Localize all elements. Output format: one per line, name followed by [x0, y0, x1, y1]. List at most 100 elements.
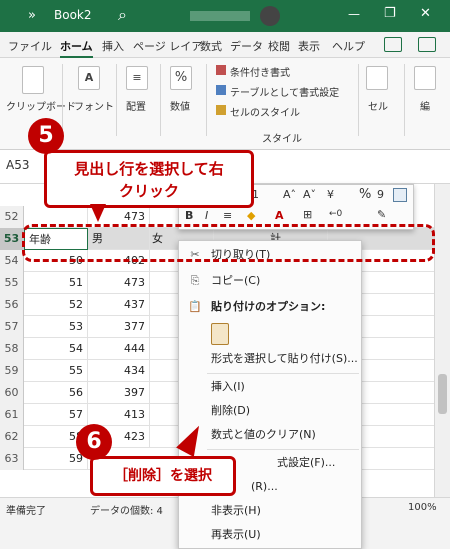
cells-label[interactable]: セル [368, 98, 388, 113]
clipboard-label[interactable]: クリップボード [6, 98, 76, 113]
cell-a59[interactable]: 55 [24, 360, 88, 382]
close-icon[interactable]: ✕ [420, 6, 431, 21]
menu-item-insert[interactable]: 挿入(I) [179, 375, 361, 399]
tab-formulas[interactable]: 数式 [200, 38, 222, 54]
ribbon-tabs: ファイル ホーム 挿入 ページ レイア 数式 データ 校閲 表示 ヘルプ [0, 32, 450, 58]
bold-button[interactable]: B [185, 209, 193, 222]
row-header[interactable]: 61 [0, 404, 24, 426]
cell-b60[interactable]: 397 [88, 382, 150, 404]
number-icon[interactable]: % [170, 66, 192, 90]
alignment-label[interactable]: 配置 [126, 98, 146, 113]
tab-view[interactable]: 表示 [298, 38, 320, 54]
cell-b57[interactable]: 377 [88, 316, 150, 338]
menu-label: 非表示(H) [211, 504, 261, 517]
menu-item-paste-special[interactable]: 形式を選択して貼り付け(S)... [179, 347, 361, 371]
menu-item-copy[interactable]: ⎘ コピー(C) [179, 269, 361, 293]
row-header[interactable]: 53 [0, 228, 24, 250]
currency-icon[interactable]: ¥ [327, 188, 334, 201]
percent-button[interactable]: % [359, 187, 371, 202]
font-color-icon[interactable]: A [275, 209, 284, 222]
row-header[interactable]: 56 [0, 294, 24, 316]
menu-heading-paste-options: 📋 貼り付けのオプション: [179, 295, 361, 319]
scroll-thumb[interactable] [438, 374, 447, 414]
cells-icon[interactable] [366, 66, 388, 90]
divider [207, 373, 359, 374]
tab-insert[interactable]: 挿入 [102, 38, 124, 54]
row-header[interactable]: 58 [0, 338, 24, 360]
grow-font-button[interactable]: A˄ [283, 188, 296, 201]
divider [116, 64, 117, 136]
expand-icon[interactable]: » [28, 8, 36, 23]
minimize-icon[interactable]: — [348, 7, 360, 21]
callout-step-6: ［削除］を選択 [90, 456, 236, 496]
editing-label[interactable]: 編 [420, 98, 430, 113]
align-icon[interactable]: ≡ [223, 209, 232, 222]
row-header[interactable]: 60 [0, 382, 24, 404]
row-header[interactable]: 63 [0, 448, 24, 470]
font-icon[interactable]: A [78, 66, 100, 90]
tab-home[interactable]: ホーム [60, 38, 93, 58]
avatar[interactable] [260, 6, 280, 26]
cell-b56[interactable]: 437 [88, 294, 150, 316]
table-format-button[interactable]: テーブルとして書式設定 [230, 84, 339, 99]
cell-a58[interactable]: 54 [24, 338, 88, 360]
decimal-icon[interactable]: ←0 [329, 209, 342, 219]
menu-item-delete[interactable]: 削除(D) [179, 399, 361, 423]
restore-icon[interactable]: ❐ [384, 6, 396, 21]
cell-b61[interactable]: 413 [88, 404, 150, 426]
clipboard-icon[interactable] [22, 66, 44, 94]
conditional-format-button[interactable]: 条件付き書式 [230, 64, 290, 79]
context-menu: ✂ 切り取り(T) ⎘ コピー(C) 📋 貼り付けのオプション: 形式を選択して貼り付… [178, 240, 362, 549]
table-icon[interactable] [393, 188, 407, 202]
vertical-scrollbar[interactable] [434, 184, 450, 497]
cell-a56[interactable]: 52 [24, 294, 88, 316]
number-label[interactable]: 数値 [170, 98, 190, 113]
menu-item-hide[interactable]: 非表示(H) [179, 499, 361, 523]
callout-step-5: 見出し行を選択して右クリック [44, 150, 254, 208]
row-highlight-marker [22, 224, 435, 262]
window-title: Book2 [54, 8, 92, 22]
row-header[interactable]: 62 [0, 426, 24, 448]
tab-file[interactable]: ファイル [8, 38, 52, 54]
step-badge-5: 5 [28, 118, 64, 154]
row-header[interactable]: 57 [0, 316, 24, 338]
menu-label: (R)... [251, 480, 278, 493]
menu-item-unhide[interactable]: 再表示(U) [179, 523, 361, 547]
row-header[interactable]: 59 [0, 360, 24, 382]
tab-help[interactable]: ヘルプ [332, 38, 365, 54]
cell-a60[interactable]: 56 [24, 382, 88, 404]
font-label[interactable]: フォント [74, 98, 114, 113]
tab-data[interactable]: データ [230, 38, 263, 54]
cell-b58[interactable]: 444 [88, 338, 150, 360]
menu-item-clear-contents[interactable]: 数式と値のクリア(N) [179, 423, 361, 447]
cell-a57[interactable]: 53 [24, 316, 88, 338]
paste-icon[interactable] [211, 323, 229, 345]
divider [207, 449, 359, 450]
table-format-icon [216, 85, 226, 95]
search-icon[interactable]: ⌕ [118, 5, 127, 25]
comment-icon[interactable] [418, 37, 436, 52]
borders-icon[interactable]: ⊞ [303, 208, 312, 221]
format-painter-icon[interactable]: ✎ [377, 208, 386, 221]
account-blurred [190, 11, 250, 21]
cell-a55[interactable]: 51 [24, 272, 88, 294]
cell-b59[interactable]: 434 [88, 360, 150, 382]
comma-button[interactable]: 9 [377, 188, 384, 201]
row-header[interactable]: 54 [0, 250, 24, 272]
cell-b55[interactable]: 473 [88, 272, 150, 294]
italic-button[interactable]: I [205, 209, 208, 222]
row-header[interactable]: 55 [0, 272, 24, 294]
cell-style-button[interactable]: セルのスタイル [230, 104, 300, 119]
alignment-icon[interactable]: ≡ [126, 66, 148, 90]
share-icon[interactable] [384, 37, 402, 52]
shrink-font-button[interactable]: A˅ [303, 188, 316, 201]
zoom-level[interactable]: 100% [408, 502, 437, 513]
editing-icon[interactable] [414, 66, 436, 90]
row-header[interactable]: 52 [0, 206, 24, 228]
tab-review[interactable]: 校閲 [268, 38, 290, 54]
fill-color-icon[interactable]: ◆ [247, 209, 255, 222]
menu-label: 貼り付けのオプション: [211, 300, 326, 313]
clipboard-icon: 📋 [188, 300, 202, 313]
cell-a61[interactable]: 57 [24, 404, 88, 426]
tab-page-layout[interactable]: ページ レイア [133, 38, 202, 54]
